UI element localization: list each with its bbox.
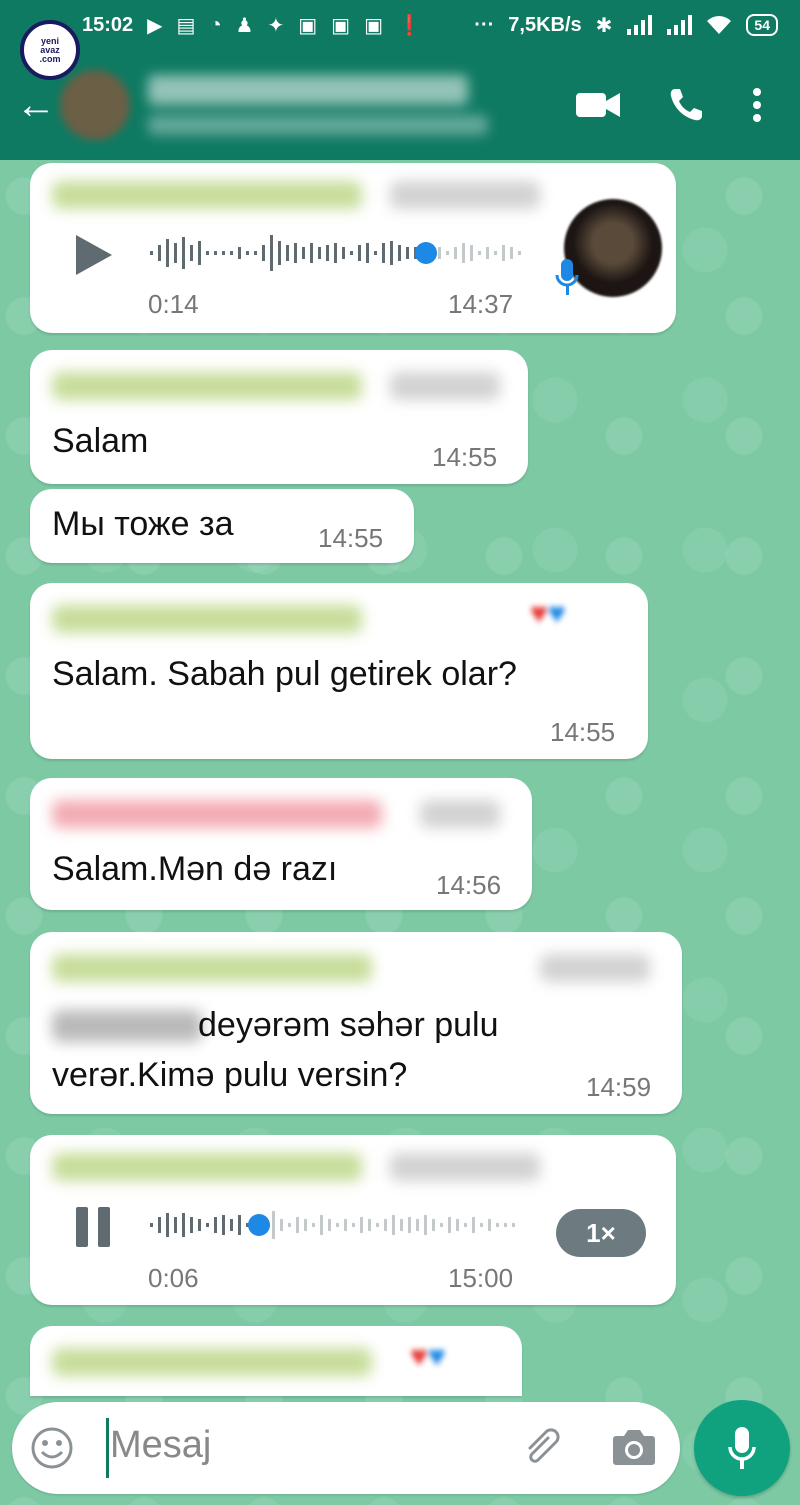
text-message[interactable]: Salam 14:55 [30,350,528,484]
message-notification-icon: ▤ [176,14,196,37]
more-notifications-icon: ··· [474,13,495,36]
text-message[interactable]: deyərəm səhər pulu verər.Kimə pulu versi… [30,932,682,1114]
audio-message[interactable]: 0:14 14:37 [30,163,676,333]
whatsapp-notification-icon: ◔ [209,13,222,36]
message-time: 14:59 [586,1072,652,1102]
emoji-icon[interactable] [30,1426,74,1470]
site-logo: yeni avaz .com [20,20,80,80]
message-text: Salam. Sabah pul getirek olar? [52,655,517,693]
audio-duration: 0:14 [148,289,199,319]
message-time: 15:00 [448,1263,514,1293]
battery-indicator: 54 [746,14,778,36]
sender-name-blurred [52,1153,362,1181]
audio-waveform[interactable] [148,1203,528,1247]
play-notification-icon: ▶ [147,14,163,37]
network-speed: 7,5KB/s [508,13,582,36]
voice-record-button[interactable] [694,1400,790,1496]
sender-alias-blurred [390,372,500,400]
wifi-icon [707,16,732,34]
twitter-notification-icon: ✦ [267,14,285,37]
bluetooth-icon: ✱ [595,14,613,37]
message-time: 14:37 [448,289,514,319]
message-time: 14:56 [436,870,502,900]
text-message[interactable]: Salam.Mən də razı 14:56 [30,778,532,910]
app-notification-icon: ▣ [331,14,351,37]
audio-message[interactable]: 0:06 15:00 1× [30,1135,676,1305]
redacted-text [52,1010,202,1042]
sender-alias-blurred [540,954,650,982]
app-notification-icon: ▣ [364,14,383,37]
sender-alias-blurred [390,181,540,209]
app-notification-icon: ▣ [298,14,318,37]
audio-waveform[interactable] [148,231,528,275]
video-call-icon[interactable] [576,90,620,120]
alert-notification-icon: ❗ [396,14,422,37]
sender-name-blurred [52,954,372,982]
text-message-partial[interactable]: ♥♥ [30,1326,522,1396]
sender-alias-blurred [390,1153,540,1181]
phone-icon[interactable] [668,87,704,123]
reaction-hearts: ♥♥ [410,1340,446,1373]
message-text-line: deyərəm səhər pulu [198,1006,499,1044]
signal-icon [667,15,693,35]
text-message[interactable]: ♥♥ Salam. Sabah pul getirek olar? 14:55 [30,583,648,759]
reaction-hearts: ♥♥ [530,597,566,630]
text-message[interactable]: Мы тоже за 14:55 [30,489,414,563]
sender-name-blurred [52,800,382,828]
text-caret [106,1418,109,1478]
message-input-bar: Mesaj [12,1402,680,1494]
back-arrow-icon[interactable]: ← [16,83,56,128]
more-options-icon[interactable] [752,87,762,123]
message-time: 14:55 [318,523,384,553]
message-text: Salam.Mən də razı [52,850,338,888]
logo-text: .com [39,53,61,64]
playback-speed-button[interactable]: 1× [556,1209,646,1257]
mic-icon [728,1427,756,1469]
chat-header: ← [0,50,800,160]
message-text: Salam [52,422,149,460]
message-text-line: verər.Kimə pulu versin? [52,1056,408,1094]
person-notification-icon: ♟ [235,14,254,37]
sender-alias-blurred [420,800,500,828]
audio-progress-handle [248,1214,270,1236]
play-icon[interactable] [74,233,114,277]
camera-icon[interactable] [612,1428,656,1466]
attach-icon[interactable] [520,1426,564,1470]
mic-icon [555,259,579,295]
message-time: 14:55 [432,442,498,472]
signal-icon [627,15,653,35]
status-time: 15:02 [82,13,134,36]
message-text: Мы тоже за [52,505,234,543]
status-bar: 15:02 ▶ ▤ ◔ ♟ ✦ ▣ ▣ ▣ ❗ ··· 7,5KB/s ✱ 54 [0,0,800,50]
sender-name-blurred [52,181,362,209]
message-time: 14:55 [550,717,616,747]
group-avatar[interactable] [60,70,130,140]
sender-name-blurred [52,1348,372,1376]
audio-duration: 0:06 [148,1263,199,1293]
audio-progress-handle [415,242,437,264]
message-input[interactable]: Mesaj [110,1424,211,1467]
sender-name-blurred [52,372,362,400]
sender-name-blurred [52,605,362,633]
chat-title-blurred[interactable] [148,75,488,135]
pause-icon[interactable] [74,1205,114,1249]
